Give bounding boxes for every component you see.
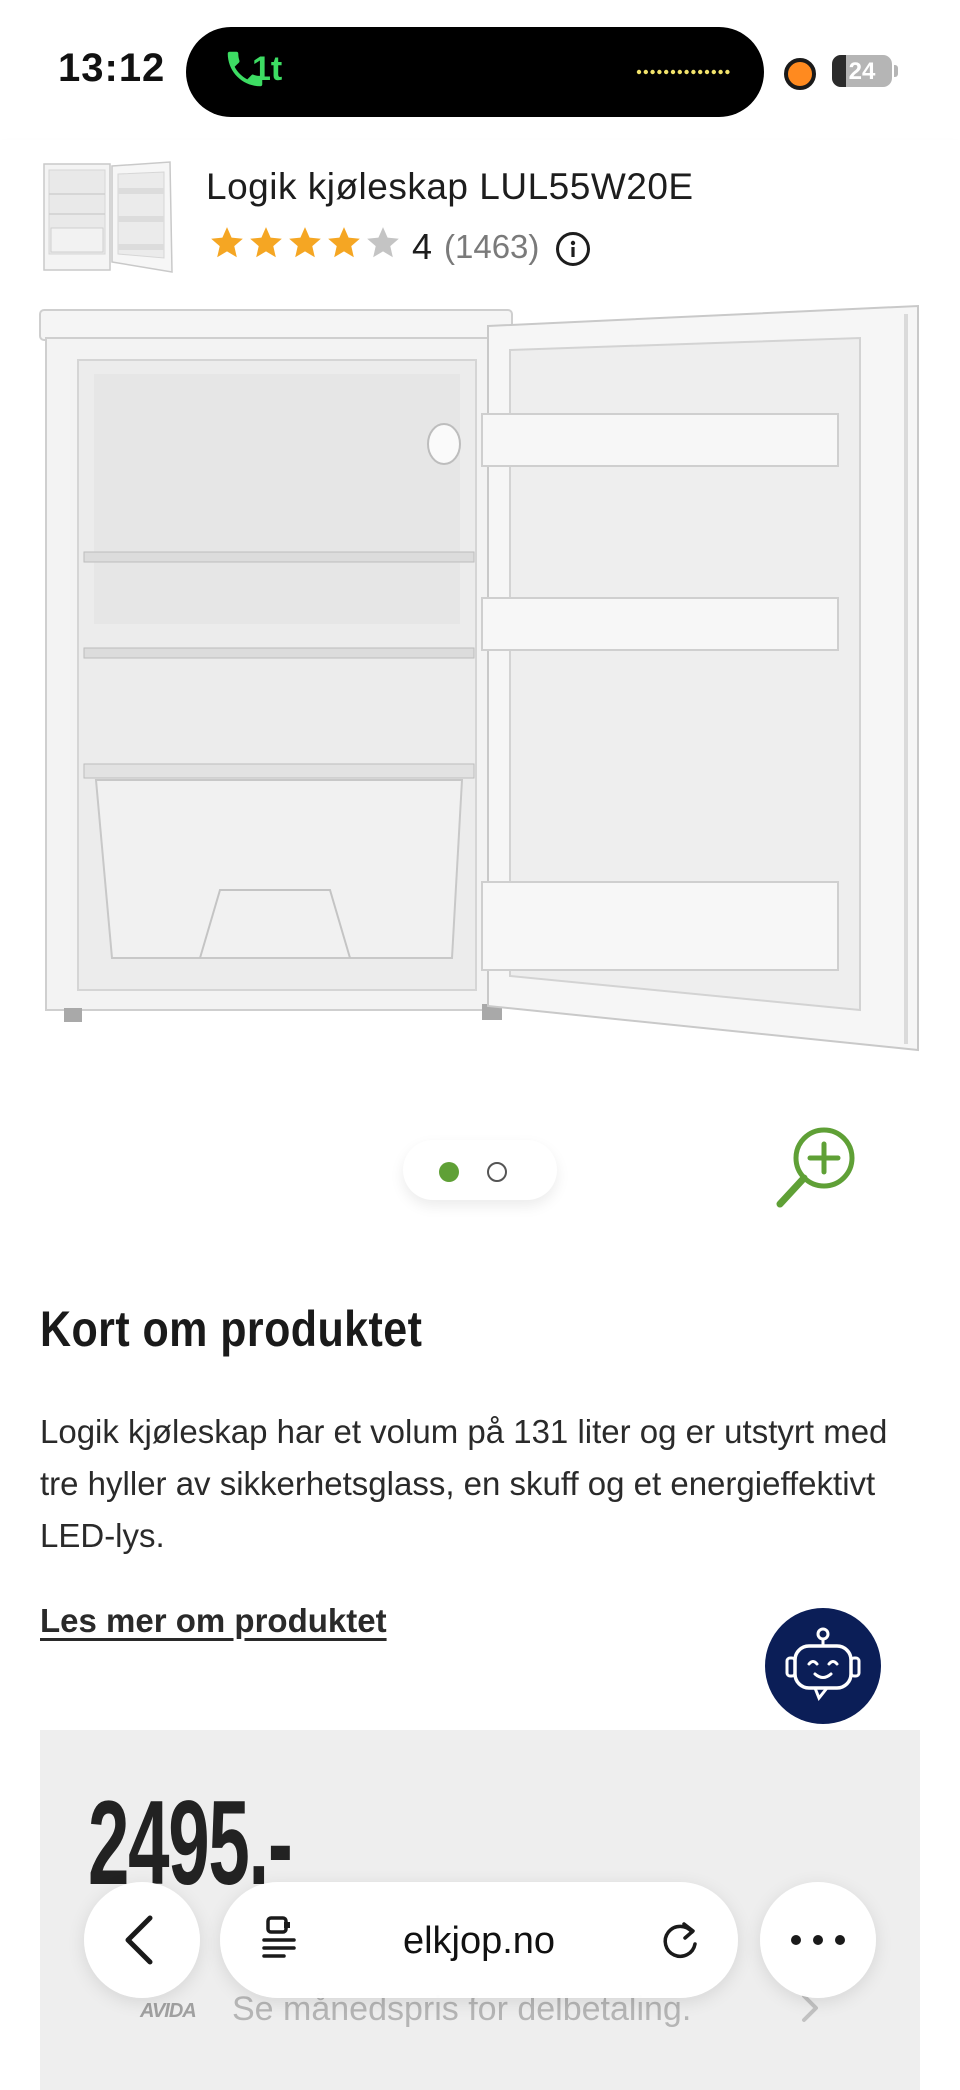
battery-level: 24: [848, 58, 876, 85]
star-filled-icon: [247, 224, 285, 262]
product-image[interactable]: [0, 290, 960, 1070]
gallery-dot-active[interactable]: [439, 1162, 459, 1182]
product-title: Logik kjøleskap LUL55W20E: [206, 166, 694, 207]
product-description: Logik kjøleskap har et volum på 131 lite…: [40, 1413, 888, 1554]
star-filled-icon: [286, 224, 324, 262]
back-button[interactable]: [84, 1882, 200, 1998]
battery-tip: [894, 65, 898, 77]
chatbot-button[interactable]: [765, 1608, 881, 1724]
battery-icon: 24: [832, 55, 892, 87]
zoom-in-icon[interactable]: [770, 1124, 860, 1214]
more-dots-icon: [791, 1935, 845, 1945]
star-empty-icon: [364, 224, 402, 262]
avida-logo: AVIDA: [140, 2000, 197, 2022]
address-bar[interactable]: elkjop.no: [220, 1882, 738, 1998]
back-chevron-icon: [125, 1915, 153, 1965]
status-time: 13:12: [58, 46, 166, 90]
reload-icon[interactable]: [652, 1912, 708, 1968]
audio-waveform-icon: [636, 69, 730, 75]
more-button[interactable]: [760, 1882, 876, 1998]
rating-count[interactable]: (1463): [444, 228, 539, 266]
recording-indicator-icon: [784, 58, 816, 90]
product-thumbnail[interactable]: [40, 158, 178, 276]
call-duration: 1t: [252, 50, 283, 88]
rating-value: 4: [412, 226, 433, 267]
chatbot-icon: [785, 1627, 861, 1701]
gallery-pagination: [403, 1140, 557, 1200]
gallery-dot[interactable]: [487, 1162, 507, 1182]
info-icon[interactable]: [556, 232, 590, 266]
star-filled-icon: [325, 224, 363, 262]
read-more-link[interactable]: Les mer om produktet: [40, 1602, 387, 1640]
section-heading: Kort om produktet: [40, 1301, 423, 1357]
star-filled-icon: [208, 224, 246, 262]
